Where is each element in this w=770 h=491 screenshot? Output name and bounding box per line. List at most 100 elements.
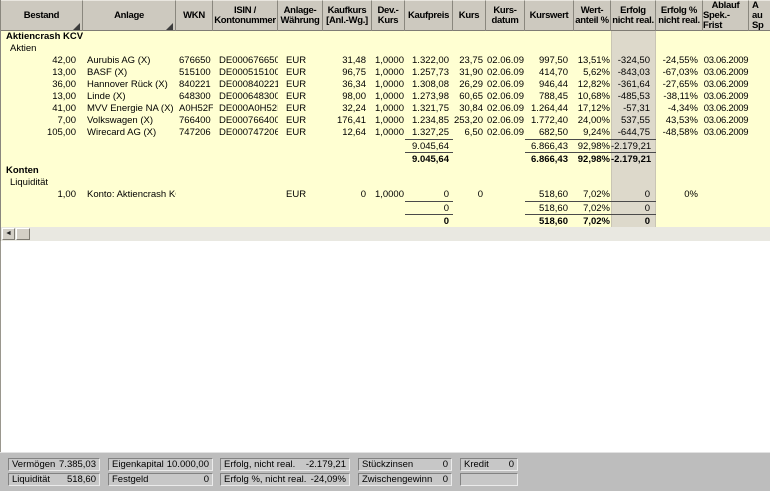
column-header-kursdatum[interactable]: Kurs-datum <box>486 0 525 31</box>
cell-wertanteil: 92,98% <box>574 152 611 165</box>
cell-bestand <box>1 214 83 227</box>
column-header-erfolgproz[interactable]: Erfolg % nicht real. <box>656 0 703 31</box>
cell-wkn: 840221 <box>179 79 211 90</box>
table-row[interactable]: 1,00 Konto: Aktiencrash KCV EUR 0 1,0000 0 0 51… <box>1 189 770 201</box>
cell-ablauf <box>703 201 749 214</box>
group-row[interactable]: Aktien <box>1 43 770 55</box>
status-value: -2.179,21 <box>305 459 346 470</box>
column-header-wertanteil[interactable]: Wert-anteil % <box>574 0 611 31</box>
cell-erfolg: -485,53 <box>617 91 650 102</box>
table-row[interactable]: 0 518,60 7,02% 0 <box>1 201 770 214</box>
status-value: 7.385,03 <box>59 459 96 470</box>
cell-erfolg: 0 <box>611 214 656 227</box>
table-row[interactable]: 9.045,64 6.866,43 92,98% -2.179,21 <box>1 139 770 152</box>
cell-kursdatum <box>486 139 525 152</box>
scrollbar-thumb[interactable] <box>16 228 30 240</box>
cell-erfolgproz <box>656 139 703 152</box>
cell-bestand <box>1 152 83 165</box>
table-row[interactable]: 105,00 Wirecard AG (X) 747206 DE0007472060 E… <box>1 127 770 139</box>
table-row[interactable]: 9.045,64 6.866,43 92,98% -2.179,21 <box>1 152 770 165</box>
empty-panel <box>0 241 770 452</box>
status-value: 0 <box>203 474 209 485</box>
cell-erfolgproz: -38,11% <box>663 91 698 102</box>
group-row[interactable]: Liquidität <box>1 177 770 189</box>
cell-anlage: Konto: Aktiencrash KCV <box>87 189 176 200</box>
cell-cut <box>749 201 770 214</box>
cell-wertanteil: 17,12% <box>577 103 610 114</box>
cell-wkn <box>176 214 213 227</box>
cell-kurs <box>453 214 486 227</box>
column-header-erfolg[interactable]: Erfolg nicht real. <box>611 0 656 31</box>
column-header-devkurs[interactable]: Dev.- Kurs <box>372 0 405 31</box>
cell-waehrung <box>278 201 323 214</box>
cell-kaufpreis: 9.045,64 <box>405 152 453 165</box>
cell-erfolg: -2.179,21 <box>611 152 656 165</box>
status-label: Eigenkapital <box>112 459 164 470</box>
group-row[interactable]: Konten <box>1 165 770 177</box>
column-header-anlage[interactable]: Anlage <box>83 0 176 31</box>
status-bar: Vermögen 7.385,03 Eigenkapital 10.000,00 Erf… <box>0 452 770 491</box>
cell-kursdatum: 02.06.09 <box>487 79 524 90</box>
cell-wertanteil: 13,51% <box>577 55 610 66</box>
cell-kurs: 0 <box>477 189 483 200</box>
column-header-cut[interactable]: Aau Sp <box>749 0 770 31</box>
status-box-liquidit-t: Liquidität 518,60 <box>8 473 100 486</box>
table-row[interactable]: 0 518,60 7,02% 0 <box>1 214 770 227</box>
column-header-kaufkurs[interactable]: Kaufkurs [Anl.-Wg.] <box>323 0 372 31</box>
cell-erfolg: -57,31 <box>623 103 650 114</box>
cell-cut <box>749 189 770 201</box>
group-label: Konten <box>6 165 39 176</box>
scroll-left-button[interactable]: ◄ <box>2 228 15 240</box>
cell-ablauf <box>703 139 749 152</box>
table-row[interactable]: 41,00 MVV Energie NA (X) A0H52F DE000A0H52F… <box>1 103 770 115</box>
column-header-kurs[interactable]: Kurs <box>453 0 486 31</box>
cell-isin: DE0007472060 <box>219 127 278 138</box>
table-row[interactable]: 7,00 Volkswagen (X) 766400 DE0007664005 EUR 1… <box>1 115 770 127</box>
cell-isin <box>213 214 278 227</box>
column-header-ablauf[interactable]: Ablauf Spek.-Frist <box>703 0 749 31</box>
cell-kurswert: 682,50 <box>538 127 568 138</box>
status-label: Kredit <box>464 459 489 470</box>
cell-devkurs: 1,0000 <box>374 189 404 200</box>
column-header-isin[interactable]: ISIN / Kontonummer <box>213 0 278 31</box>
group-row[interactable]: Aktiencrash KCV <box>1 31 770 43</box>
table-row[interactable]: 42,00 Aurubis AG (X) 676650 DE0006766504 EUR… <box>1 55 770 67</box>
cell-kaufpreis: 1.257,73 <box>412 67 449 78</box>
table-row[interactable]: 13,00 Linde (X) 648300 DE0006483001 EUR 98,00… <box>1 91 770 103</box>
column-header-kurswert[interactable]: Kurswert <box>525 0 574 31</box>
cell-kursdatum <box>486 201 525 214</box>
status-box-festgeld: Festgeld 0 <box>108 473 213 486</box>
cell-kurswert: 946,44 <box>538 79 568 90</box>
cell-erfolgproz: -24,55% <box>662 55 698 66</box>
table-row[interactable]: 36,00 Hannover Rück (X) 840221 DE0008402215… <box>1 79 770 91</box>
table-row[interactable]: 13,00 BASF (X) 515100 DE0005151005 EUR 96,75 1… <box>1 67 770 79</box>
cell-erfolg: -2.179,21 <box>611 139 656 152</box>
column-header-waehrung[interactable]: Anlage- Währung <box>278 0 323 31</box>
cell-kaufpreis: 1.327,25 <box>412 127 449 138</box>
cell-ablauf: 03.06.2009 <box>703 91 749 102</box>
cell-wkn <box>176 201 213 214</box>
cell-kurswert: 414,70 <box>538 67 568 78</box>
cell-waehrung: EUR <box>286 79 307 90</box>
horizontal-scrollbar[interactable]: ◄ <box>0 227 770 241</box>
cell-cut <box>749 127 770 139</box>
cell-anlage: Volkswagen (X) <box>87 115 154 126</box>
status-value: 10.000,00 <box>166 459 209 470</box>
status-label: Erfolg %, nicht real. <box>224 474 307 485</box>
status-row-1: Vermögen 7.385,03 Eigenkapital 10.000,00 Erf… <box>0 458 770 471</box>
cell-kurs <box>453 201 486 214</box>
column-header-kaufpreis[interactable]: Kaufpreis <box>405 0 453 31</box>
cell-devkurs <box>372 152 405 165</box>
column-header-bestand[interactable]: Bestand <box>1 0 83 31</box>
cell-bestand <box>1 201 83 214</box>
cell-kaufkurs <box>323 201 372 214</box>
status-label: Erfolg, nicht real. <box>224 459 296 470</box>
cell-kaufpreis: 0 <box>443 189 449 200</box>
column-header-wkn[interactable]: WKN <box>176 0 213 31</box>
status-box-verm-gen: Vermögen 7.385,03 <box>8 458 100 471</box>
cell-devkurs: 1,0000 <box>374 115 404 126</box>
cell-wkn: 747206 <box>179 127 211 138</box>
cell-kurs: 60,65 <box>459 91 483 102</box>
cell-wertanteil: 7,02% <box>574 201 611 214</box>
cell-bestand: 13,00 <box>52 67 76 78</box>
